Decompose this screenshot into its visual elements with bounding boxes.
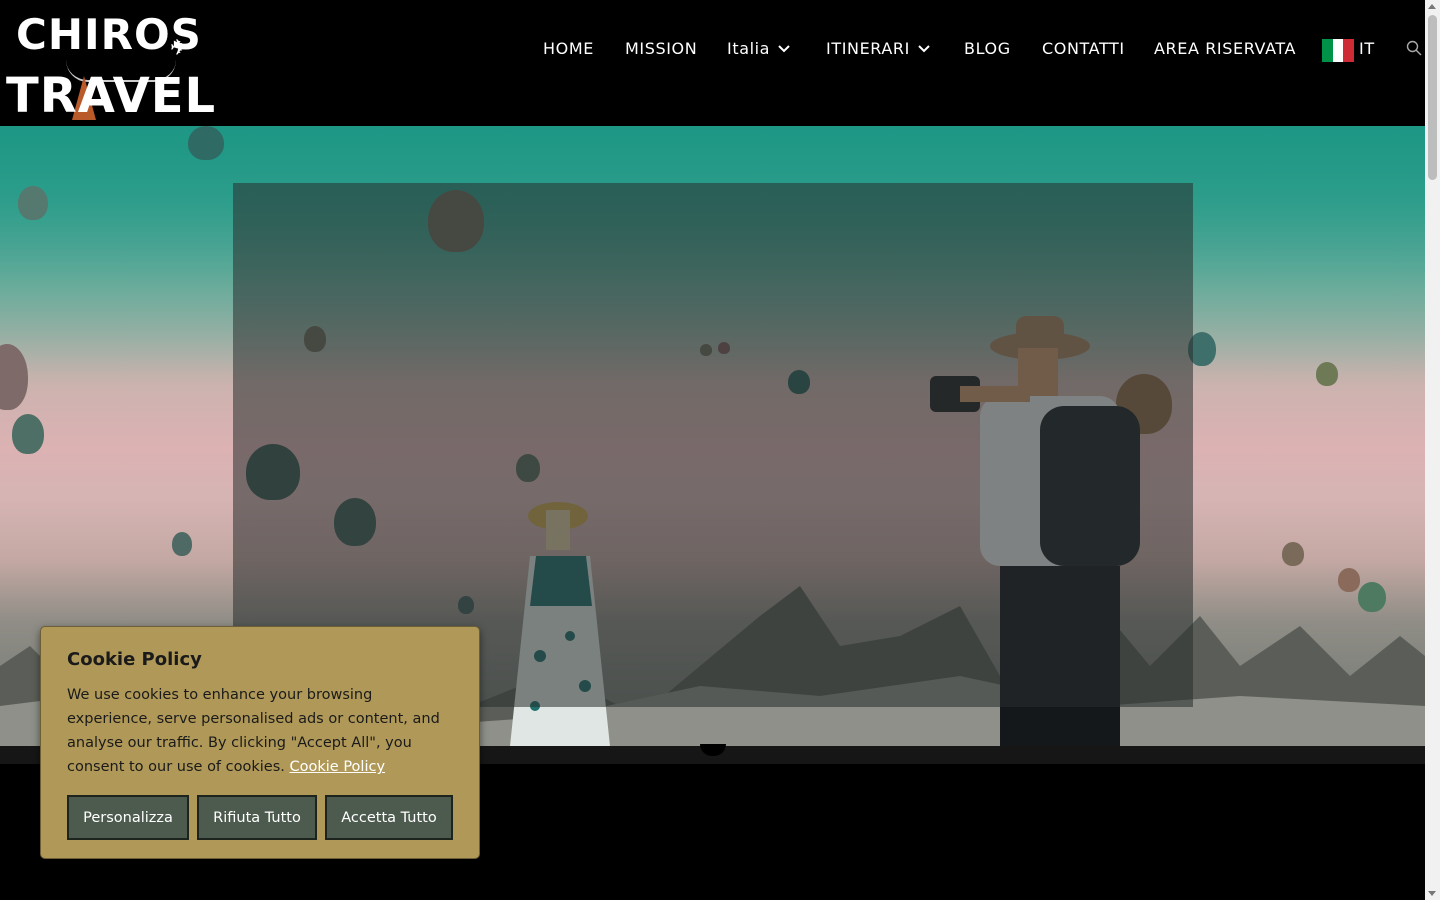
main-nav: HOME MISSION Italia ITINERARI BLOG CONTA…: [0, 0, 1425, 100]
scroll-up-arrow-icon[interactable]: [1428, 4, 1436, 9]
page-scrollbar[interactable]: [1425, 0, 1440, 900]
site-header: CHIROS ✈ TRAVEL HOME MISSION Italia ITIN…: [0, 0, 1425, 126]
balloon-image: [188, 126, 224, 160]
nav-italia[interactable]: Italia: [727, 39, 790, 59]
nav-itinerari[interactable]: ITINERARI: [826, 39, 930, 59]
cookie-description: We use cookies to enhance your browsing …: [67, 683, 459, 779]
chevron-down-icon: [918, 39, 930, 59]
search-icon[interactable]: [1406, 40, 1422, 56]
nav-area-riservata[interactable]: AREA RISERVATA: [1154, 39, 1296, 59]
cookie-title: Cookie Policy: [67, 649, 202, 670]
nav-home-label: HOME: [543, 39, 594, 58]
divider-notch: [700, 744, 726, 756]
balloon-image: [172, 532, 192, 556]
customize-button[interactable]: Personalizza: [67, 795, 189, 840]
nav-area-riservata-label: AREA RISERVATA: [1154, 39, 1297, 58]
scrollbar-thumb[interactable]: [1428, 15, 1437, 180]
nav-home[interactable]: HOME: [543, 39, 594, 59]
chevron-down-icon: [778, 39, 790, 59]
scroll-down-arrow-icon[interactable]: [1428, 891, 1436, 896]
accept-all-button[interactable]: Accetta Tutto: [325, 795, 453, 840]
nav-blog[interactable]: BLOG: [964, 39, 1011, 59]
nav-mission[interactable]: MISSION: [625, 39, 697, 59]
cookie-consent-panel: Cookie Policy We use cookies to enhance …: [40, 626, 480, 859]
language-label: IT: [1359, 39, 1375, 58]
language-selector[interactable]: IT: [1359, 39, 1375, 59]
balloon-image: [12, 414, 44, 454]
reject-all-button[interactable]: Rifiuta Tutto: [197, 795, 317, 840]
cookie-policy-link[interactable]: Cookie Policy: [290, 759, 386, 775]
nav-mission-label: MISSION: [625, 39, 698, 58]
balloon-image: [18, 186, 48, 220]
italian-flag-icon[interactable]: [1322, 39, 1355, 62]
nav-blog-label: BLOG: [964, 39, 1011, 58]
nav-contatti[interactable]: CONTATTI: [1042, 39, 1125, 59]
balloon-image: [1316, 362, 1338, 386]
nav-italia-label: Italia: [727, 39, 771, 58]
nav-itinerari-label: ITINERARI: [826, 39, 910, 58]
balloon-image: [1282, 542, 1304, 566]
nav-contatti-label: CONTATTI: [1042, 39, 1125, 58]
